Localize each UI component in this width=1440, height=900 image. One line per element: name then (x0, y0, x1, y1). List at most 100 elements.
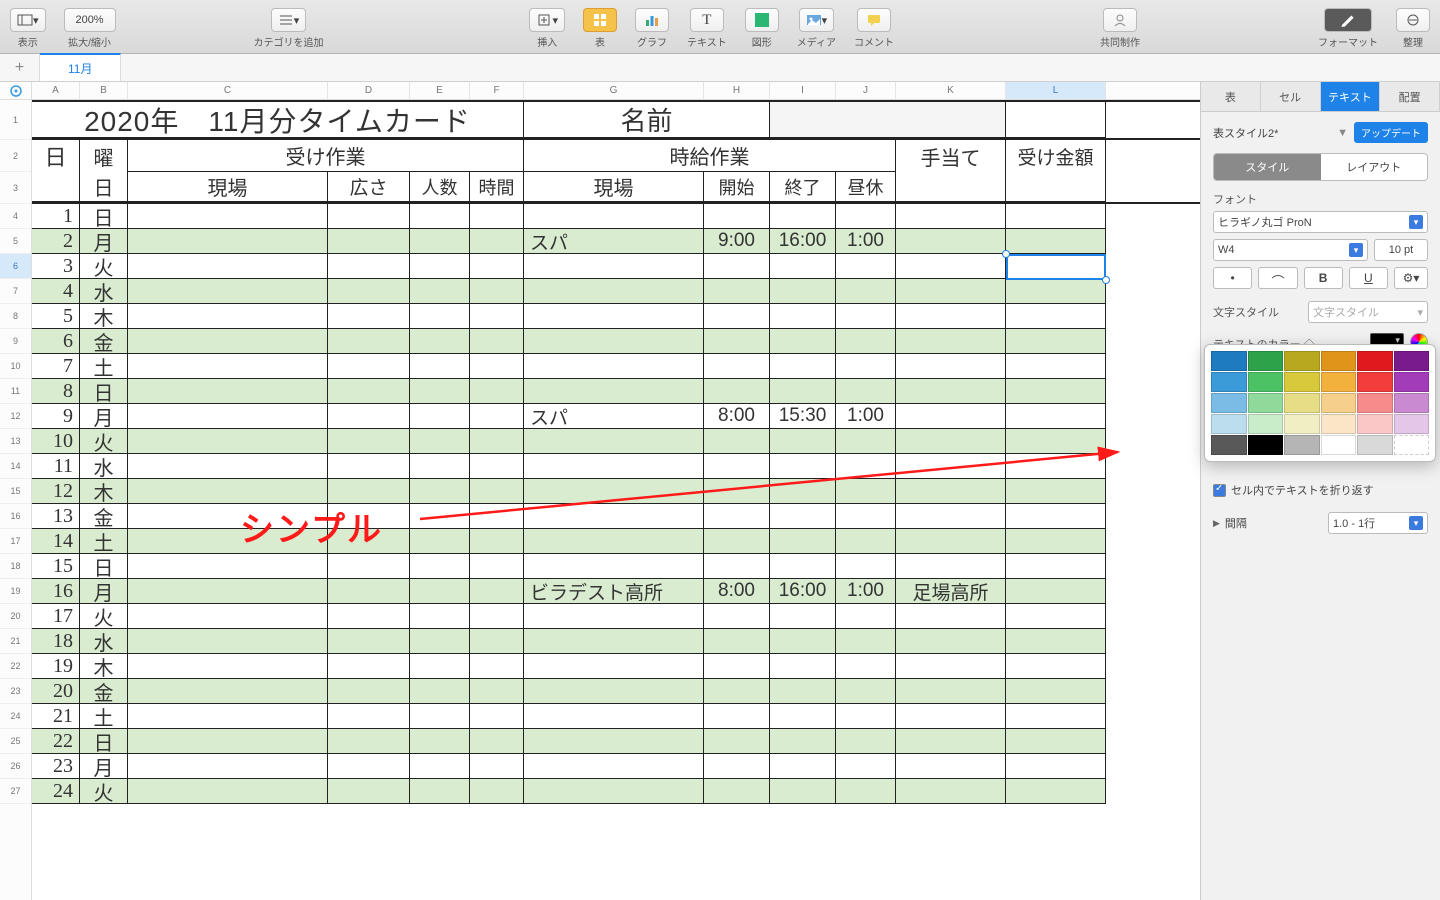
row-header-14[interactable]: 14 (0, 454, 31, 479)
row-header-2[interactable]: 2 (0, 140, 31, 172)
table-handle[interactable] (0, 82, 32, 100)
row-header-21[interactable]: 21 (0, 629, 31, 654)
row-header-18[interactable]: 18 (0, 554, 31, 579)
color-swatch-option[interactable] (1394, 414, 1430, 434)
organize-button[interactable] (1396, 8, 1430, 32)
strike-button[interactable] (1258, 267, 1297, 289)
category-button[interactable]: ▾ (271, 8, 307, 32)
color-swatch-option[interactable] (1248, 351, 1284, 371)
color-swatch-option[interactable] (1321, 393, 1357, 413)
color-swatch-option[interactable] (1248, 393, 1284, 413)
zoom-field[interactable]: 200% (64, 8, 116, 32)
seg-layout[interactable]: レイアウト (1321, 154, 1428, 180)
color-swatch-option[interactable] (1211, 351, 1247, 371)
row-header-19[interactable]: 19 (0, 579, 31, 604)
row-header-26[interactable]: 26 (0, 754, 31, 779)
row-header-3[interactable]: 3 (0, 172, 31, 204)
row-header-24[interactable]: 24 (0, 704, 31, 729)
insert-button[interactable]: ▾ (529, 8, 565, 32)
table-button[interactable] (583, 8, 617, 32)
row-header-15[interactable]: 15 (0, 479, 31, 504)
row-header-5[interactable]: 5 (0, 229, 31, 254)
row-header-7[interactable]: 7 (0, 279, 31, 304)
color-swatch-option[interactable] (1394, 351, 1430, 371)
color-swatch-option[interactable] (1357, 414, 1393, 434)
color-swatch-option[interactable] (1357, 393, 1393, 413)
color-swatch-option[interactable] (1211, 435, 1247, 455)
media-button[interactable]: ▾ (799, 8, 835, 32)
color-swatch-option[interactable] (1357, 351, 1393, 371)
style-layout-segment[interactable]: スタイル レイアウト (1213, 153, 1428, 181)
font-size-field[interactable]: 10 pt (1374, 239, 1428, 261)
row-header-10[interactable]: 10 (0, 354, 31, 379)
color-swatch-option[interactable] (1284, 435, 1320, 455)
row-header-25[interactable]: 25 (0, 729, 31, 754)
col-header-H[interactable]: H (704, 82, 770, 99)
add-sheet-button[interactable]: + (0, 54, 40, 81)
col-header-B[interactable]: B (80, 82, 128, 99)
spacing-disclosure[interactable]: ▶ (1213, 518, 1220, 529)
row-header-23[interactable]: 23 (0, 679, 31, 704)
col-header-G[interactable]: G (524, 82, 704, 99)
inspector-tab-text[interactable]: テキスト (1321, 82, 1381, 111)
col-header-F[interactable]: F (470, 82, 524, 99)
seg-style[interactable]: スタイル (1214, 154, 1321, 180)
text-button[interactable]: T (690, 8, 724, 32)
color-swatch-option[interactable] (1284, 351, 1320, 371)
view-button[interactable]: ▾ (10, 8, 46, 32)
color-swatch-option[interactable] (1284, 414, 1320, 434)
row-header-11[interactable]: 11 (0, 379, 31, 404)
color-swatch-option[interactable] (1394, 393, 1430, 413)
row-ruler[interactable]: 1234567891011121314151617181920212223242… (0, 100, 32, 900)
col-header-K[interactable]: K (896, 82, 1006, 99)
row-header-20[interactable]: 20 (0, 604, 31, 629)
selection-handle-tl[interactable] (1002, 250, 1010, 258)
font-weight-select[interactable]: W4▾ (1213, 239, 1368, 261)
color-swatch-option[interactable] (1357, 435, 1393, 455)
color-swatch-option[interactable] (1321, 435, 1357, 455)
spreadsheet-area[interactable]: ABCDEFGHIJKL 123456789101112131415161718… (0, 82, 1200, 900)
col-header-L[interactable]: L (1006, 82, 1106, 99)
color-swatch-option[interactable] (1394, 372, 1430, 392)
col-header-C[interactable]: C (128, 82, 328, 99)
inspector-tab-arrange[interactable]: 配置 (1380, 82, 1440, 111)
row-header-1[interactable]: 1 (0, 100, 31, 140)
bold-button[interactable]: B (1304, 267, 1343, 289)
row-header-6[interactable]: 6 (0, 254, 31, 279)
wrap-checkbox[interactable] (1213, 484, 1226, 497)
inspector-tab-cell[interactable]: セル (1261, 82, 1321, 111)
row-header-13[interactable]: 13 (0, 429, 31, 454)
bullet-button[interactable]: • (1213, 267, 1252, 289)
color-swatch-option[interactable] (1357, 372, 1393, 392)
row-header-27[interactable]: 27 (0, 779, 31, 804)
row-header-17[interactable]: 17 (0, 529, 31, 554)
col-header-I[interactable]: I (770, 82, 836, 99)
underline-button[interactable]: U (1349, 267, 1388, 289)
row-header-8[interactable]: 8 (0, 304, 31, 329)
col-header-E[interactable]: E (410, 82, 470, 99)
chart-button[interactable] (635, 8, 669, 32)
char-style-select[interactable]: 文字スタイル▾ (1308, 301, 1428, 323)
style-dropdown-icon[interactable]: ▼ (1337, 127, 1348, 139)
format-button[interactable] (1324, 8, 1372, 32)
selection-handle-br[interactable] (1102, 276, 1110, 284)
update-style-button[interactable]: アップデート (1354, 122, 1428, 143)
color-swatch-option[interactable] (1211, 372, 1247, 392)
shape-button[interactable] (745, 8, 779, 32)
color-swatch-option[interactable] (1211, 393, 1247, 413)
color-swatch-option[interactable] (1321, 372, 1357, 392)
row-header-9[interactable]: 9 (0, 329, 31, 354)
spacing-select[interactable]: 1.0 - 1行▾ (1328, 512, 1428, 534)
row-header-4[interactable]: 4 (0, 204, 31, 229)
color-swatch-option[interactable] (1248, 435, 1284, 455)
column-ruler[interactable]: ABCDEFGHIJKL (32, 82, 1200, 100)
color-swatch-option[interactable] (1321, 414, 1357, 434)
col-header-A[interactable]: A (32, 82, 80, 99)
grid[interactable]: 2020年 11月分タイムカード名前日曜受け作業時給作業手当て受け金額日現場広さ… (32, 100, 1200, 900)
color-swatch-option[interactable] (1284, 372, 1320, 392)
color-swatch-option[interactable] (1211, 414, 1247, 434)
row-header-16[interactable]: 16 (0, 504, 31, 529)
row-header-12[interactable]: 12 (0, 404, 31, 429)
color-swatch-option[interactable] (1394, 435, 1430, 455)
color-swatch-option[interactable] (1284, 393, 1320, 413)
